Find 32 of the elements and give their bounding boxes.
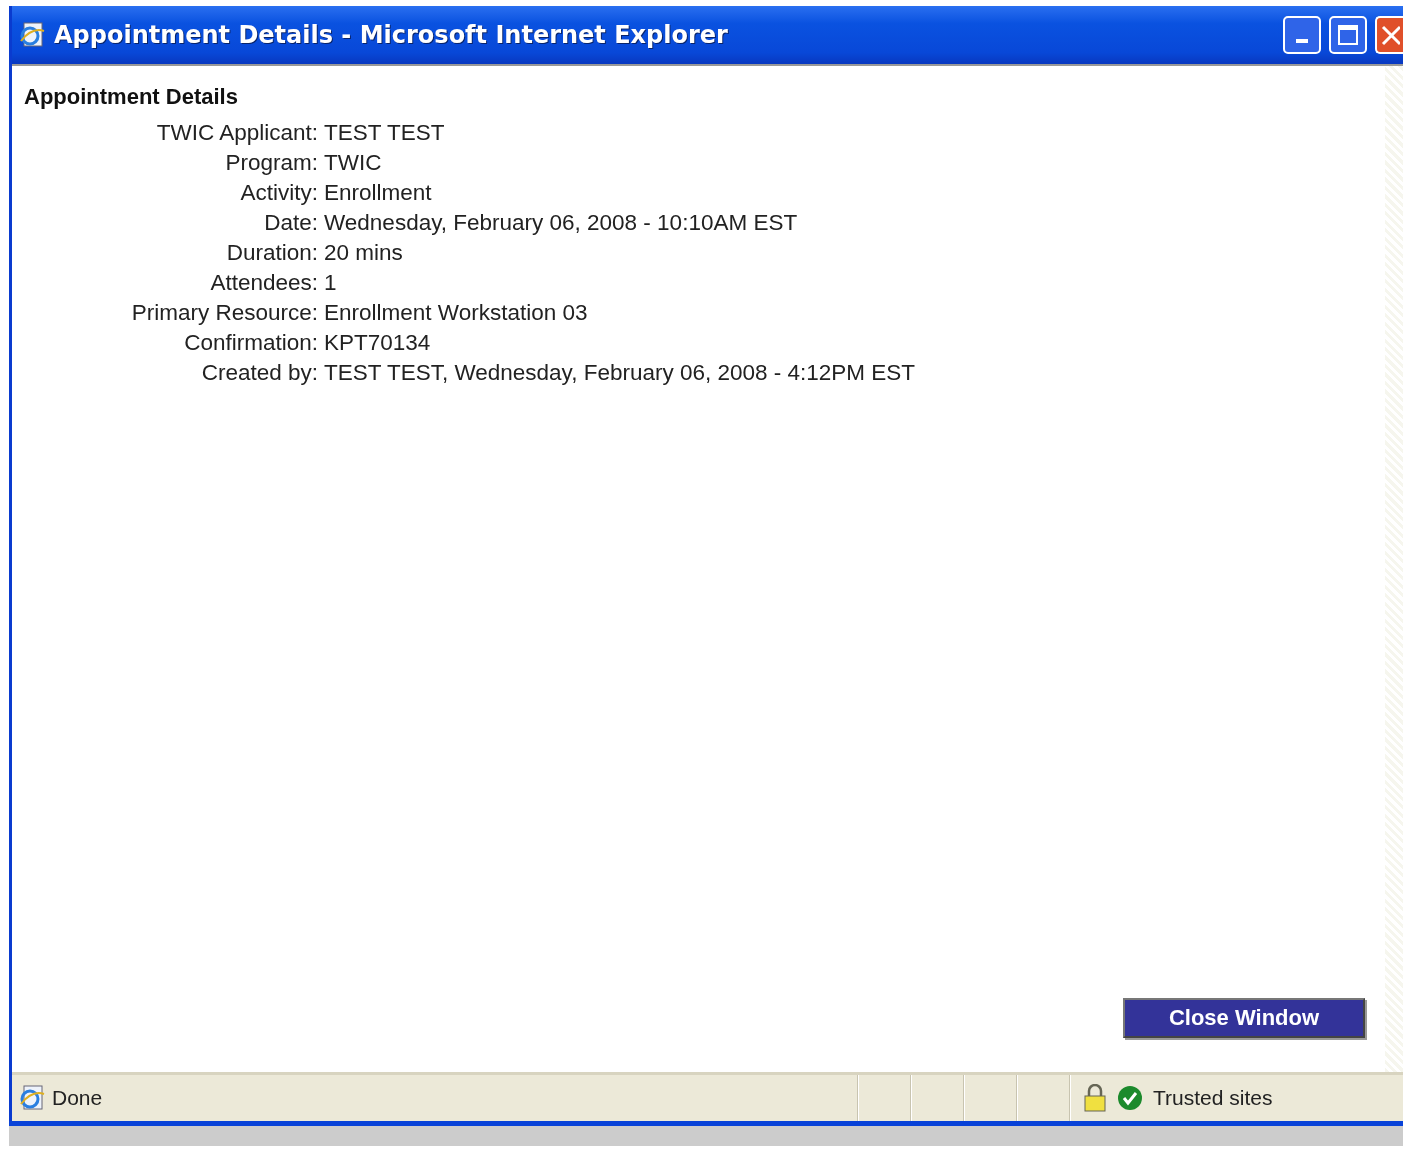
field-label: TWIC Applicant: [155,120,318,146]
page-icon [18,21,46,49]
status-text: Done [52,1086,104,1110]
field-value: TWIC [324,150,383,176]
field-label: Confirmation: [183,330,318,356]
field-label: Created by: [200,360,318,386]
field-value: Enrollment Workstation 03 [324,300,589,326]
field-label: Duration: [225,240,318,266]
check-icon [1117,1085,1143,1111]
field-value: 20 mins [324,240,404,266]
field-label: Date: [263,210,318,236]
minimize-button[interactable] [1283,16,1321,54]
field-label: Primary Resource: [130,300,318,326]
scrollbar[interactable] [1385,66,1403,1072]
field-value: 1 [324,270,338,296]
field-value: TEST TEST, Wednesday, February 06, 2008 - 4:12PM EST [324,360,916,386]
lock-icon [1083,1084,1107,1112]
minimize-icon [1296,39,1308,43]
zone-text: Trusted sites [1153,1086,1273,1110]
field-label: Activity: [239,180,318,206]
close-window-button[interactable]: Close Window [1123,998,1365,1038]
ie-icon [18,1084,46,1112]
field-value: TEST TEST [324,120,446,146]
page-heading: Appointment Details [24,84,239,110]
field-value: Wednesday, February 06, 2008 - 10:10AM EST [324,210,799,236]
maximize-icon [1337,24,1359,46]
window-title: Appointment Details - Microsoft Internet Explorer [54,21,729,49]
maximize-button[interactable] [1329,16,1367,54]
field-value: Enrollment [324,180,433,206]
field-value: KPT70134 [324,330,432,356]
field-label: Program: [224,150,318,176]
field-label: Attendees: [209,270,318,296]
